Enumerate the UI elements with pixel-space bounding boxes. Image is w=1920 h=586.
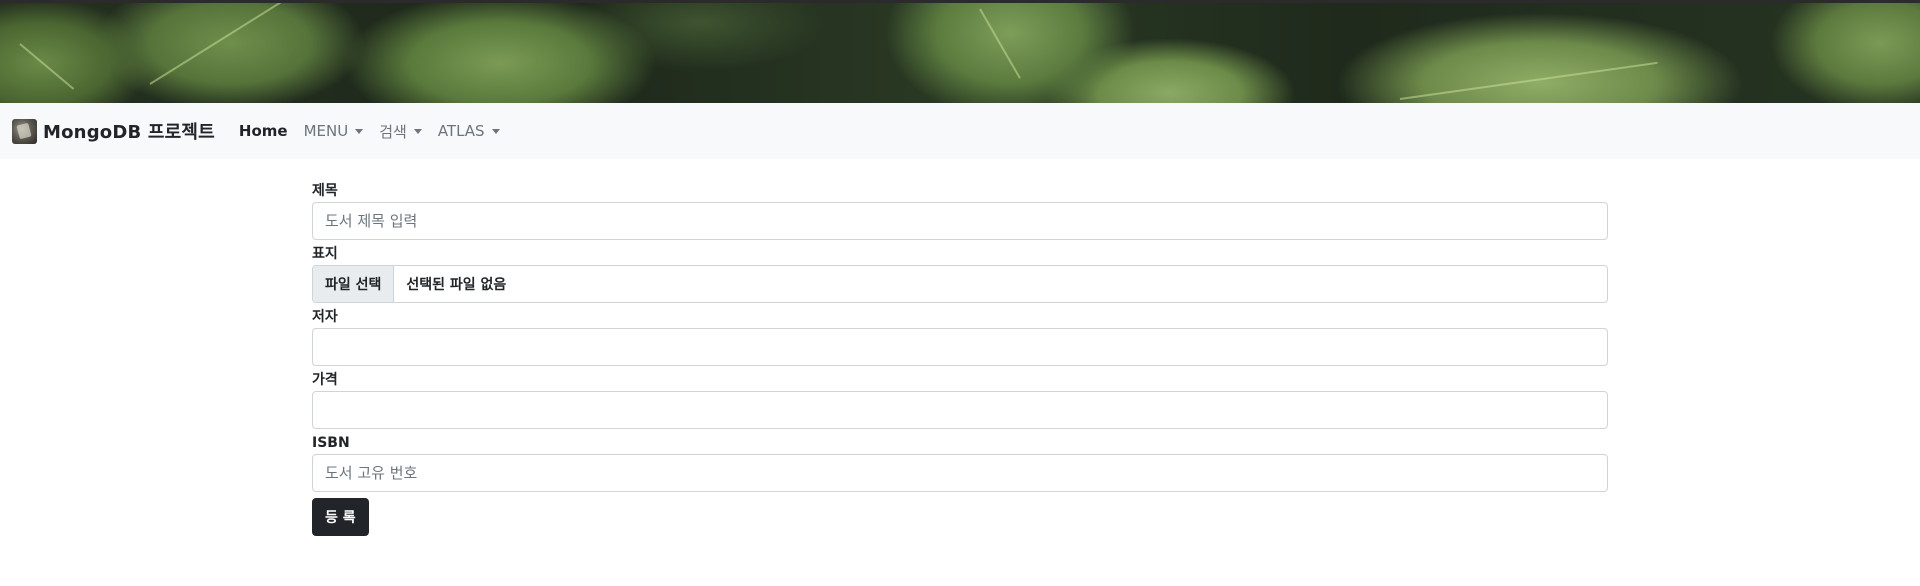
caret-down-icon [491, 128, 500, 134]
book-register-form: 제목 표지 파일 선택 선택된 파일 없음 저자 가격 ISBN 등 록 [312, 181, 1608, 536]
price-label: 가격 [312, 372, 338, 388]
nav-search-dropdown[interactable]: 검색 [379, 121, 422, 142]
nav-atlas-dropdown[interactable]: ATLAS [438, 122, 500, 140]
caret-down-icon [355, 128, 364, 134]
brand-name: MongoDB 프로젝트 [43, 122, 215, 143]
navbar: MongoDB 프로젝트 Home MENU 검색 ATLAS [0, 103, 1920, 159]
choose-file-button[interactable]: 파일 선택 [313, 266, 395, 302]
nav-search-label: 검색 [379, 122, 407, 141]
nav-home-label: Home [238, 122, 288, 140]
nav-home[interactable]: Home [239, 122, 288, 140]
price-input[interactable] [312, 391, 1608, 429]
nav-menu-dropdown[interactable]: MENU [304, 122, 364, 140]
nav-menu-label: MENU [303, 122, 349, 140]
register-button[interactable]: 등 록 [312, 498, 369, 536]
header-banner-image [0, 3, 1920, 103]
isbn-label: ISBN [312, 435, 350, 451]
isbn-input[interactable] [312, 454, 1608, 492]
cover-file-input[interactable]: 파일 선택 선택된 파일 없음 [312, 265, 1608, 303]
brand-logo-icon [12, 118, 37, 144]
cover-label: 표지 [312, 246, 338, 262]
brand-link[interactable]: MongoDB 프로젝트 [12, 118, 215, 144]
caret-down-icon [413, 128, 422, 134]
nav-atlas-label: ATLAS [437, 122, 485, 140]
title-label: 제목 [312, 183, 338, 199]
file-status-text: 선택된 파일 없음 [406, 277, 507, 293]
title-input[interactable] [312, 202, 1608, 240]
author-label: 저자 [312, 309, 338, 325]
author-input[interactable] [312, 328, 1608, 366]
